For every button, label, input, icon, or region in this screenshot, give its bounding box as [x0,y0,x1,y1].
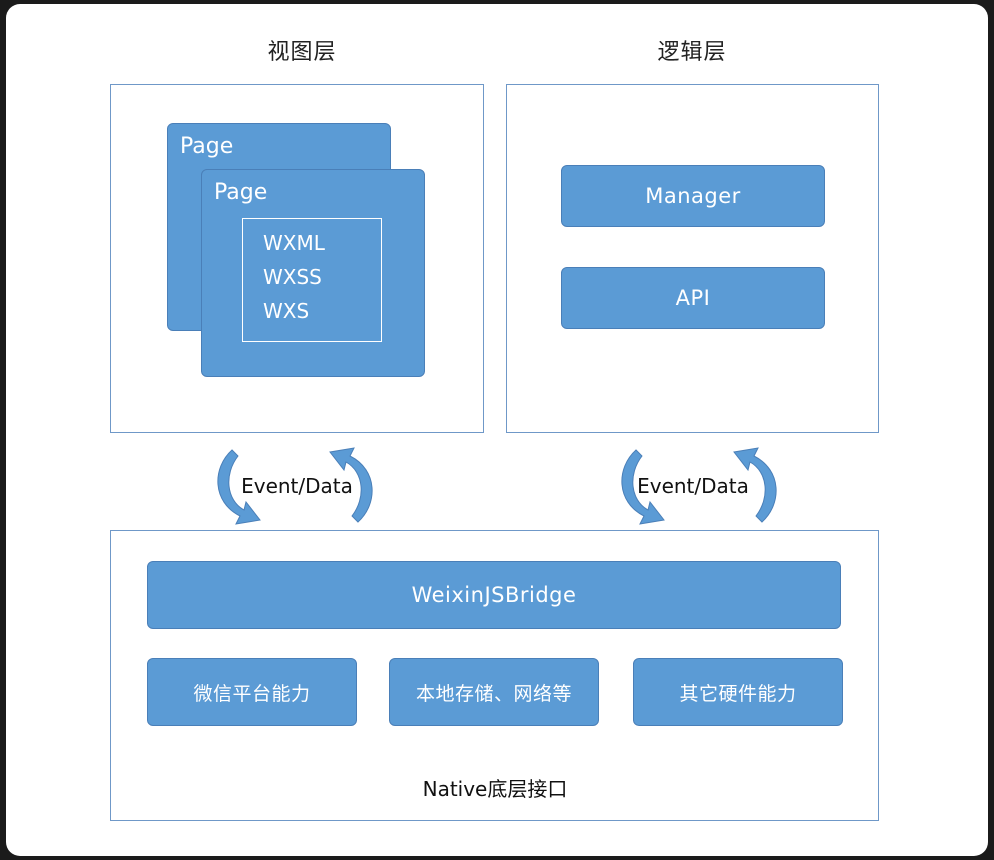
right-event-data-label: Event/Data [637,474,749,498]
view-layer-title: 视图层 [267,40,337,65]
page-card-back-label: Page [180,134,234,159]
file-wxml: WXML [263,231,325,255]
capability-box-storage: 本地存储、网络等 [389,658,599,726]
page-card-front: Page WXML WXSS WXS [201,169,425,377]
capability-label-storage: 本地存储、网络等 [415,682,572,705]
logic-layer-title: 逻辑层 [657,40,727,65]
manager-label: Manager [645,184,741,208]
api-box: API [561,267,825,329]
weixin-jsbridge-label: WeixinJSBridge [411,583,577,607]
capability-box-hardware: 其它硬件能力 [633,658,843,726]
manager-box: Manager [561,165,825,227]
capability-box-platform: 微信平台能力 [147,658,357,726]
left-event-data-label: Event/Data [241,474,353,498]
view-layer-panel: Page Page WXML WXSS WXS [110,84,484,433]
weixin-jsbridge-box: WeixinJSBridge [147,561,841,629]
capability-label-platform: 微信平台能力 [193,682,311,705]
file-wxs: WXS [263,299,310,323]
capability-label-hardware: 其它硬件能力 [679,682,797,705]
diagram-canvas: 视图层 逻辑层 Page Page WXML WXSS WXS Manager … [6,4,988,856]
page-files-box: WXML WXSS WXS [242,218,382,342]
page-card-front-label: Page [214,180,268,205]
native-layer-panel: WeixinJSBridge 微信平台能力 本地存储、网络等 其它硬件能力 Na… [110,530,879,821]
logic-layer-panel: Manager API [506,84,879,433]
api-label: API [675,286,711,310]
file-wxss: WXSS [263,265,322,289]
native-interface-label: Native底层接口 [422,777,568,801]
